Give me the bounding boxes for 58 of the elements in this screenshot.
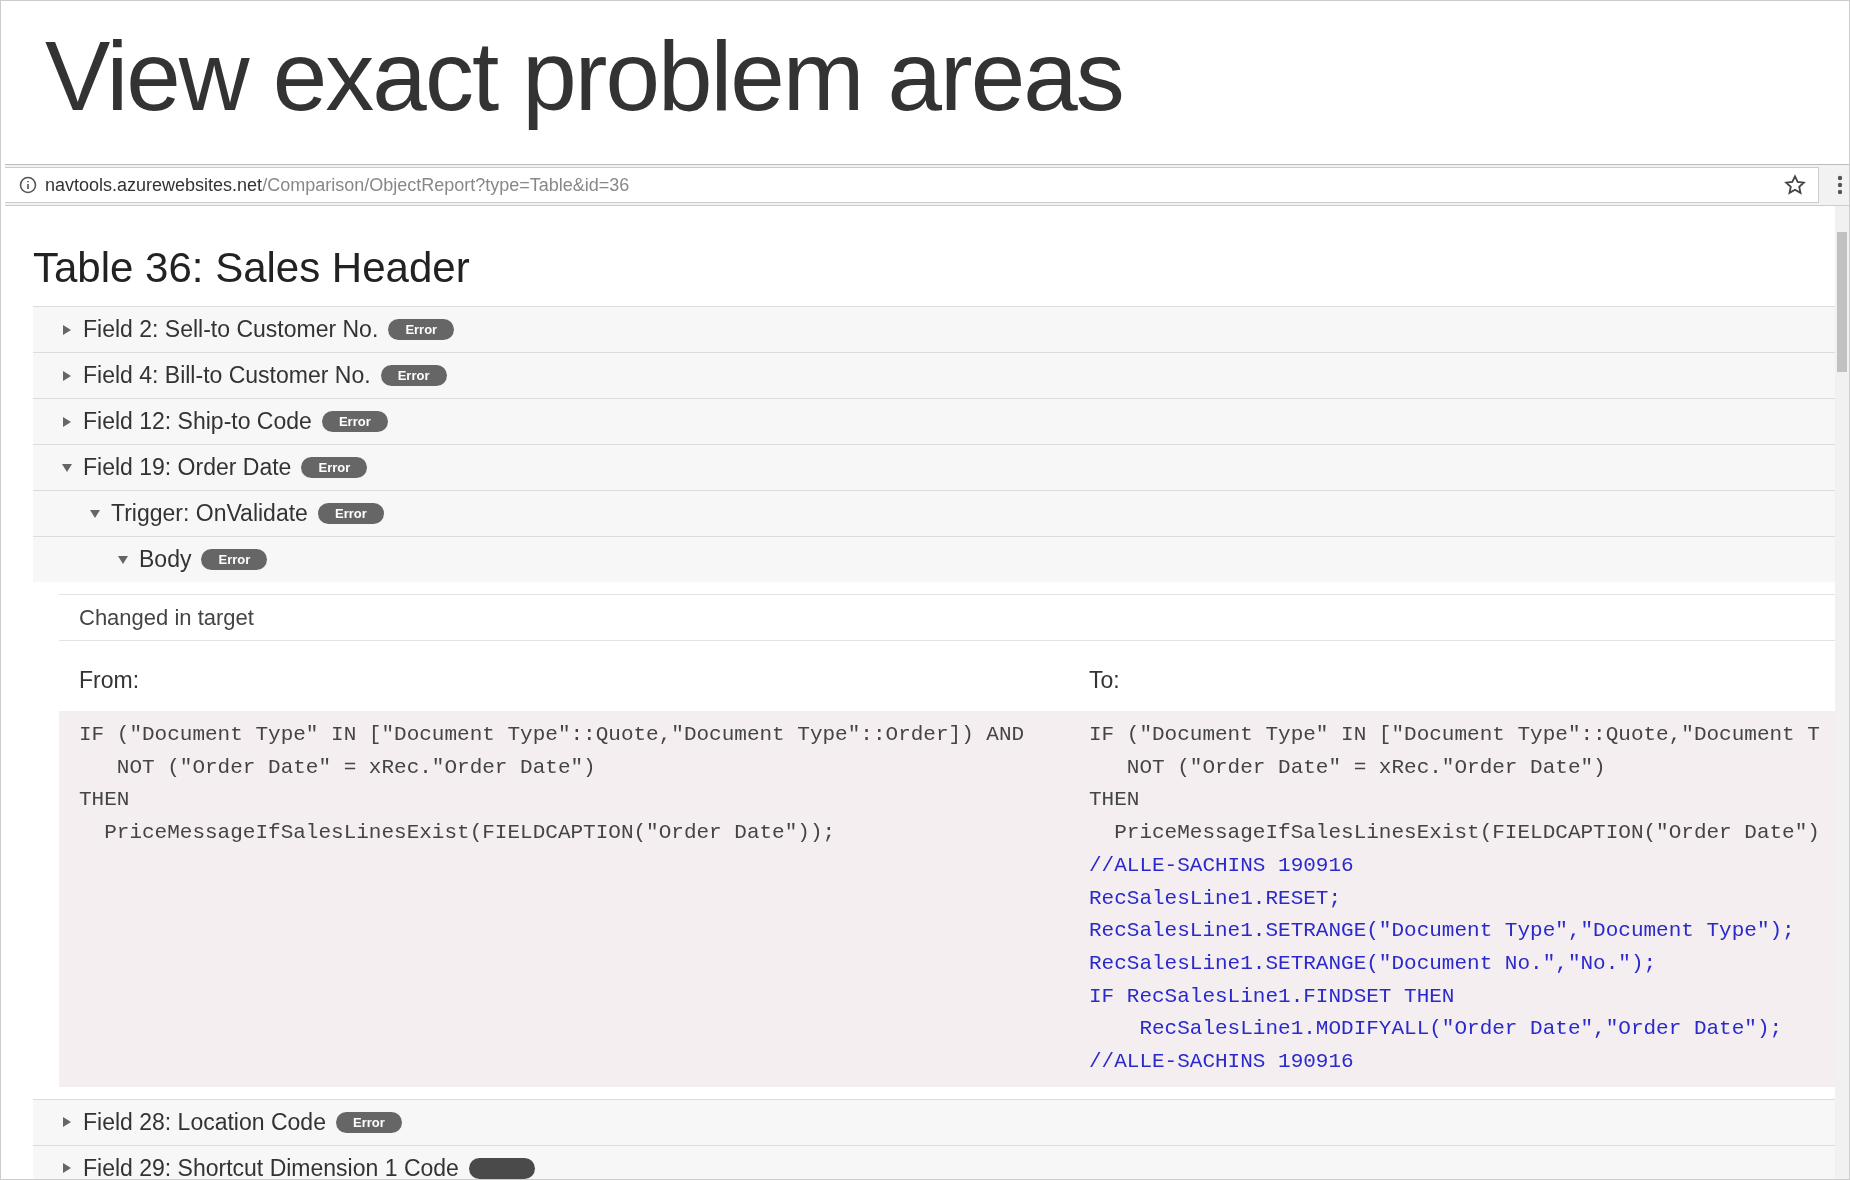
collapse-triangle-icon[interactable] — [89, 507, 101, 520]
scrollbar[interactable] — [1835, 206, 1849, 1179]
url-path: /Comparison/ObjectReport?type=Table&id=36 — [262, 174, 630, 196]
tree-row[interactable]: Field 29: Shortcut Dimension 1 Code — [33, 1144, 1835, 1179]
status-badge: Error — [380, 365, 447, 386]
code-line: IF ("Document Type" IN ["Document Type"::Quote,"Document T — [1089, 722, 1821, 748]
row-label: Field 12: Ship-to Code — [83, 408, 312, 435]
expand-triangle-icon[interactable] — [61, 369, 73, 382]
status-badge: Error — [335, 1111, 402, 1133]
expand-triangle-icon[interactable] — [61, 1162, 73, 1175]
code-line: NOT ("Order Date" = xRec."Order Date") — [115, 754, 597, 781]
tree-row[interactable]: Field 12: Ship-to Code Error — [33, 398, 1835, 444]
code-line: IF ("Document Type" IN ["Document Type"::Quote,"Document Type"::Order]) AND — [79, 722, 1026, 748]
status-badge: Error — [321, 411, 388, 432]
code-line: THEN — [79, 787, 131, 814]
to-heading: To: — [1088, 666, 1121, 695]
tree-row[interactable]: Field 4: Bill-to Customer No. Error — [33, 352, 1835, 398]
expand-triangle-icon[interactable] — [61, 415, 73, 428]
code-line: //ALLE-SACHINS 190916 — [1089, 852, 1355, 879]
page-title: Table 36: Sales Header — [33, 243, 471, 293]
code-line: RecSalesLine1.MODIFYALL("Order Date","Order Date"); — [1138, 1016, 1784, 1043]
code-line: RecSalesLine1.SETRANGE("Document Type","Document Type"); — [1089, 918, 1796, 945]
slide-title: View exact problem areas — [44, 20, 1124, 133]
code-line: THEN — [1089, 787, 1141, 814]
row-label: Field 19: Order Date — [83, 454, 292, 481]
star-icon[interactable] — [1784, 174, 1806, 196]
status-badge: Error — [388, 319, 455, 340]
row-label: Field 29: Shortcut Dimension 1 Code — [83, 1154, 459, 1179]
code-line: PriceMessageIfSalesLinesExist(FIELDCAPTION("Order Date")); — [103, 820, 837, 847]
row-label: Field 2: Sell-to Customer No. — [83, 316, 379, 343]
expand-triangle-icon[interactable] — [61, 323, 73, 336]
code-line: IF RecSalesLine1.FINDSET THEN — [1089, 983, 1456, 1010]
collapse-triangle-icon[interactable] — [117, 553, 129, 566]
tree-row[interactable]: Field 2: Sell-to Customer No. Error — [33, 306, 1835, 352]
row-label: Trigger: OnValidate — [111, 500, 308, 527]
from-heading: From: — [78, 666, 141, 695]
code-line: PriceMessageIfSalesLinesExist(FIELDCAPTION("Order Date") — [1113, 820, 1821, 847]
tree-row[interactable]: Body Error — [33, 536, 1835, 582]
status-badge: Error — [301, 457, 368, 478]
info-icon[interactable] — [19, 176, 37, 194]
row-label: Body — [139, 546, 192, 573]
url-domain: navtools.azurewebsites.net — [45, 174, 263, 196]
collapse-triangle-icon[interactable] — [61, 461, 73, 474]
tree-row[interactable]: Trigger: OnValidate Error — [33, 490, 1835, 536]
status-badge: Error — [317, 503, 384, 524]
row-label: Field 4: Bill-to Customer No. — [83, 362, 371, 389]
code-line: RecSalesLine1.SETRANGE("Document No.","No."); — [1089, 950, 1658, 977]
status-badge: Error — [201, 549, 268, 570]
code-line: RecSalesLine1.RESET; — [1089, 885, 1343, 912]
address-bar[interactable]: navtools.azurewebsites.net/Comparison/ObjectReport?type=Table&id=36 — [5, 167, 1819, 203]
change-status: Changed in target — [59, 595, 1835, 641]
code-line: //ALLE-SACHINS 190916 — [1089, 1049, 1355, 1076]
menu-icon[interactable] — [1837, 175, 1843, 195]
code-line: NOT ("Order Date" = xRec."Order Date") — [1125, 754, 1607, 781]
tree-row[interactable]: Field 19: Order Date Error — [33, 444, 1835, 490]
expand-triangle-icon[interactable] — [61, 1116, 73, 1129]
row-label: Field 28: Location Code — [83, 1108, 326, 1136]
tree-row[interactable]: Field 28: Location Code Error — [33, 1098, 1835, 1145]
